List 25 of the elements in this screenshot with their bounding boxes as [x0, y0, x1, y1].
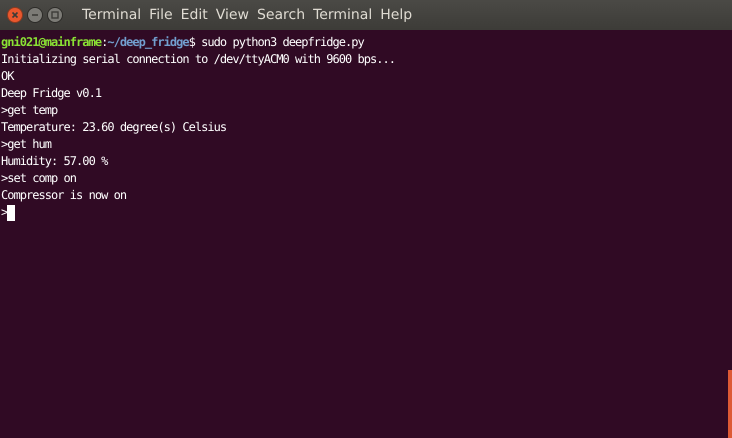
output-line: OK	[1, 68, 14, 85]
menu-item[interactable]: File	[149, 7, 173, 23]
menu-item[interactable]: View	[216, 7, 249, 23]
window-title: Terminal	[82, 7, 142, 23]
output-line: >get temp	[1, 102, 58, 119]
output-line: Humidity: 57.00 %	[1, 153, 108, 170]
output-line: Temperature: 23.60 degree(s) Celsius	[1, 119, 226, 136]
menu-item[interactable]: Edit	[180, 7, 208, 23]
close-icon[interactable]	[7, 7, 23, 23]
output-line: Initializing serial connection to /dev/ttyACM0 with 9600 bps...	[1, 51, 396, 68]
prompt-user-host: gni021@mainframe	[1, 34, 102, 51]
minimize-icon[interactable]	[27, 7, 43, 23]
menu-item[interactable]: Search	[256, 7, 306, 23]
output-line: >set comp on	[1, 170, 76, 187]
prompt-path: ~/deep_fridge	[107, 34, 189, 51]
scrollbar-thumb[interactable]	[728, 370, 732, 438]
menu-item[interactable]: Help	[380, 7, 412, 23]
text-cursor	[7, 204, 16, 220]
command-text: $ sudo python3 deepfridge.py	[188, 34, 364, 51]
maximize-icon[interactable]	[47, 7, 63, 23]
output-line: Deep Fridge v0.1	[1, 85, 102, 102]
prompt-separator: :	[101, 34, 108, 51]
menu-item[interactable]: Terminal	[313, 7, 372, 23]
output-line: >get hum	[1, 136, 52, 153]
output-line: Compressor is now on	[1, 187, 126, 204]
